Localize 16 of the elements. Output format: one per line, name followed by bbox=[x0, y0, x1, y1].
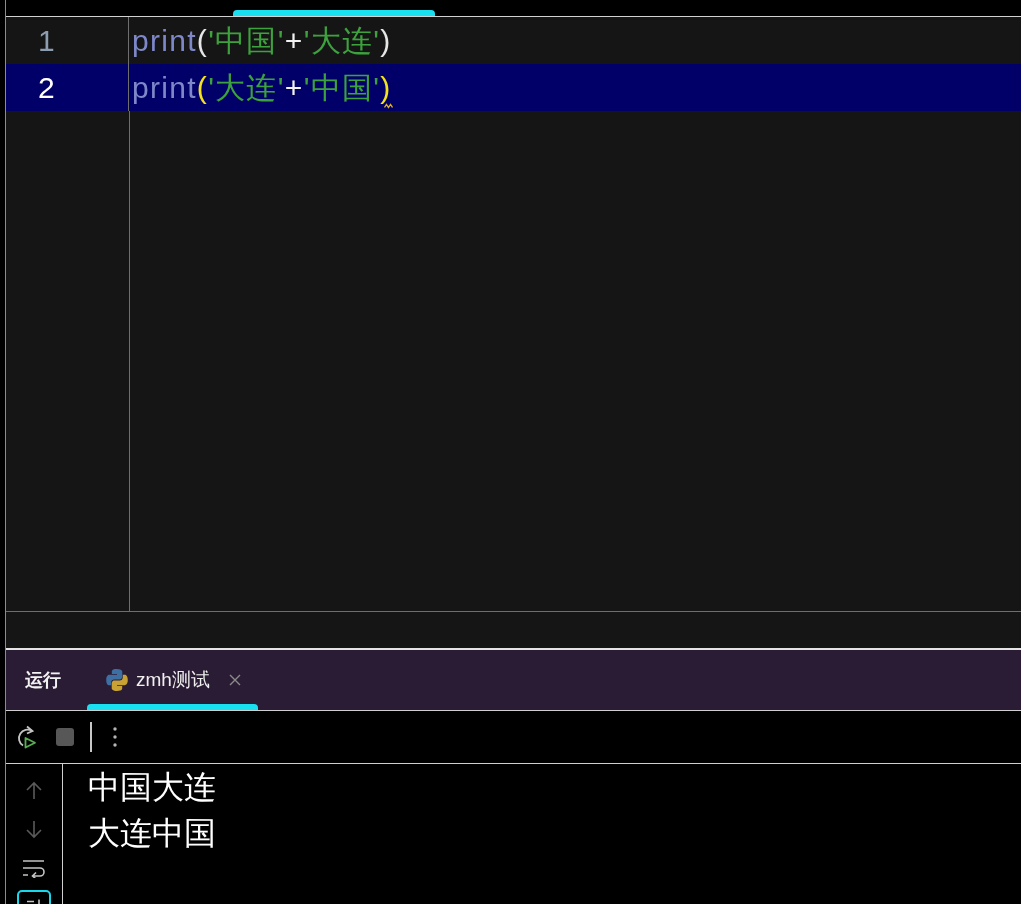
up-arrow-icon bbox=[25, 780, 43, 800]
panel-title: 运行 bbox=[25, 669, 61, 692]
soft-wrap-icon bbox=[22, 858, 46, 878]
output-line: 大连中国 bbox=[88, 814, 216, 853]
output-line: 中国大连 bbox=[88, 768, 216, 807]
more-options-icon[interactable] bbox=[113, 726, 117, 748]
soft-wrap-button[interactable] bbox=[22, 858, 46, 878]
line-number: 2 bbox=[38, 70, 55, 105]
line-number: 1 bbox=[38, 23, 55, 58]
python-logo-icon bbox=[106, 669, 128, 691]
run-tab[interactable]: zmh测试 bbox=[87, 650, 258, 710]
code-text: print('大连'+'中国') bbox=[132, 69, 392, 106]
code-text: print('中国'+'大连') bbox=[132, 22, 392, 59]
rerun-icon[interactable] bbox=[15, 725, 37, 749]
close-icon[interactable] bbox=[228, 674, 241, 686]
down-arrow-icon bbox=[25, 819, 43, 839]
